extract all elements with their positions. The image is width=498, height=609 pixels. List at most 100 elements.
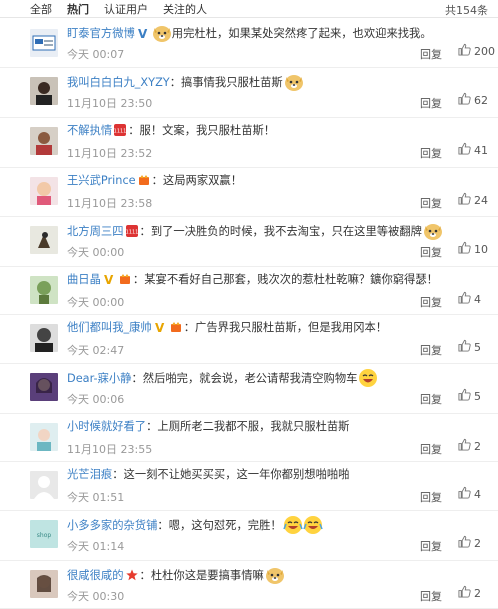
like-button[interactable]: 2 <box>458 438 481 454</box>
comment-time: 今天 00:00 <box>67 296 125 309</box>
reply-button[interactable]: 回复 <box>420 294 442 310</box>
reply-button[interactable]: 回复 <box>420 195 442 211</box>
user-avatar[interactable] <box>30 423 58 451</box>
comment-username[interactable]: 很咸很咸的 <box>67 569 124 582</box>
comment-username[interactable]: 不解执情 <box>67 124 112 137</box>
comment-content: 盯泰官方微博 V 用完杜杜，如果某处突然疼了起来，也欢迎来找我。 <box>67 23 432 43</box>
thumbs-up-icon <box>458 92 474 108</box>
comment-time: 今天 00:00 <box>67 246 125 259</box>
comment-username[interactable]: 光芒泪痕 <box>67 468 112 481</box>
thumbs-up-icon <box>458 486 474 502</box>
vip-crown-badge-icon[interactable] <box>117 273 133 286</box>
reply-button[interactable]: 回复 <box>420 489 442 505</box>
comment-username[interactable]: 盯泰官方微博 <box>67 27 135 40</box>
colon-separator: ： <box>128 124 140 137</box>
user-avatar[interactable] <box>30 77 58 105</box>
colon-separator: ： <box>139 569 151 582</box>
like-count: 2 <box>474 536 481 550</box>
comment-username[interactable]: 北方周三四 <box>67 225 124 238</box>
like-button[interactable]: 4 <box>458 486 481 502</box>
reply-button[interactable]: 回复 <box>420 342 442 358</box>
comment-row: 我叫白白白九_XYZY：搞事情我只服杜苗斯 11月10日 23:50 回复 62 <box>0 68 498 118</box>
comment-username[interactable]: 小时候就好看了 <box>67 420 146 433</box>
vip-crown-badge-icon[interactable] <box>136 174 152 187</box>
comment-text: 上厕所老二我都不服，我就只服杜苗斯 <box>157 420 350 433</box>
verified-gold-badge-icon[interactable]: V <box>101 273 117 286</box>
like-button[interactable]: 200 <box>458 43 495 59</box>
comment-text: 杜杜你这是要搞事情嘛 <box>150 569 264 582</box>
comment-time: 今天 00:30 <box>67 590 125 603</box>
reply-button[interactable]: 回复 <box>420 145 442 161</box>
user-avatar[interactable]: shop <box>30 520 58 548</box>
comment-row: 王兴武Prince ：这局两家双赢！ 11月10日 23:58 回复 24 <box>0 168 498 217</box>
user-avatar[interactable] <box>30 570 58 598</box>
user-avatar[interactable] <box>30 177 58 205</box>
like-button[interactable]: 5 <box>458 339 481 355</box>
colon-separator: ： <box>139 225 151 238</box>
svg-text:1111: 1111 <box>114 129 126 135</box>
like-count: 4 <box>474 292 481 306</box>
comment-username[interactable]: 他们都叫我_康帅 <box>67 321 152 334</box>
comment-username[interactable]: 小多多家的杂货铺 <box>67 519 157 532</box>
colon-separator: ： <box>131 372 143 385</box>
user-avatar[interactable] <box>30 471 58 499</box>
comment-time: 今天 02:47 <box>67 344 125 357</box>
reply-button[interactable]: 回复 <box>420 244 442 260</box>
user-avatar[interactable] <box>30 127 58 155</box>
vip-crown-badge-icon[interactable] <box>168 321 184 334</box>
user-avatar[interactable] <box>30 324 58 352</box>
comment-content: 北方周三四 1111 ：到了一决胜负的时候，我不去淘宝，只在这里等被翻牌 <box>67 221 443 241</box>
comment-row: shop 小多多家的杂货铺：嗯，这句怼死，完胜！ 今天 01:14 回复 2 <box>0 511 498 561</box>
reply-button[interactable]: 回复 <box>420 95 442 111</box>
verified-gold-badge-icon[interactable]: V <box>152 321 168 334</box>
reply-button[interactable]: 回复 <box>420 46 442 62</box>
star-red-badge-icon[interactable] <box>124 569 140 582</box>
user-avatar[interactable] <box>30 373 58 401</box>
thumbs-up-icon <box>458 192 474 208</box>
comment-username[interactable]: Dear-寐小静 <box>67 372 131 385</box>
comment-text: 用完杜杜，如果某处突然疼了起来，也欢迎来找我。 <box>171 27 432 40</box>
comment-username[interactable]: 我叫白白白九_XYZY <box>67 76 170 89</box>
comment-row: 很咸很咸的 ：杜杜你这是要搞事情嘛今天 00:30 回复 2 <box>0 561 498 609</box>
thumbs-up-icon <box>458 585 474 601</box>
tab-following[interactable]: 关注的人 <box>163 1 207 17</box>
reply-button[interactable]: 回复 <box>420 588 442 604</box>
comment-username[interactable]: 曲日晶 <box>67 273 101 286</box>
user-avatar[interactable] <box>30 276 58 304</box>
comment-text: 这一刻不让她买买买，这一年你都别想啪啪啪 <box>123 468 350 481</box>
colon-separator: ： <box>146 420 158 433</box>
comment-content: 小多多家的杂货铺：嗯，这句怼死，完胜！ <box>67 515 323 535</box>
tab-hot[interactable]: 热门 <box>67 1 89 17</box>
like-button[interactable]: 2 <box>458 585 481 601</box>
svg-text:V: V <box>155 321 165 333</box>
like-button[interactable]: 41 <box>458 142 488 158</box>
like-button[interactable]: 10 <box>458 241 488 257</box>
comment-content: 很咸很咸的 ：杜杜你这是要搞事情嘛 <box>67 565 285 585</box>
comment-row: 不解执情 1111 ：服！文案，我只服杜苗斯！ 11月10日 23:52 回复 41 <box>0 118 498 168</box>
reply-button[interactable]: 回复 <box>420 391 442 407</box>
like-button[interactable]: 24 <box>458 192 488 208</box>
thumbs-up-icon <box>458 438 474 454</box>
verified-blue-badge-icon[interactable]: V <box>135 27 151 40</box>
comment-time: 11月10日 23:52 <box>67 147 153 160</box>
level-1111-badge-icon[interactable]: 1111 <box>124 225 140 238</box>
comment-username[interactable]: 王兴武Prince <box>67 174 136 187</box>
svg-text:1111: 1111 <box>126 230 138 236</box>
like-button[interactable]: 5 <box>458 388 481 404</box>
user-avatar[interactable] <box>30 226 58 254</box>
comment-text: 嗯，这句怼死，完胜！ <box>168 519 282 532</box>
user-avatar[interactable] <box>30 29 58 57</box>
comment-text: 到了一决胜负的时候，我不去淘宝，只在这里等被翻牌 <box>150 225 422 238</box>
comment-row: 曲日晶 V ：某宴不看好自己那套，贱次次的惹杜杜乾嘛？鑛你窮得瑟！ 今天 00:00 回… <box>0 267 498 315</box>
like-count: 24 <box>474 193 488 207</box>
tab-verified-users[interactable]: 认证用户 <box>104 1 148 17</box>
like-button[interactable]: 4 <box>458 291 481 307</box>
reply-button[interactable]: 回复 <box>420 538 442 554</box>
tab-all[interactable]: 全部 <box>30 1 52 17</box>
comment-text: 这局两家双赢！ <box>162 174 243 187</box>
reply-button[interactable]: 回复 <box>420 441 442 457</box>
level-1111-badge-icon[interactable]: 1111 <box>112 124 128 137</box>
comment-row: 小时候就好看了：上厕所老二我都不服，我就只服杜苗斯 11月10日 23:55 回复 2 <box>0 414 498 462</box>
like-button[interactable]: 62 <box>458 92 488 108</box>
like-button[interactable]: 2 <box>458 535 481 551</box>
